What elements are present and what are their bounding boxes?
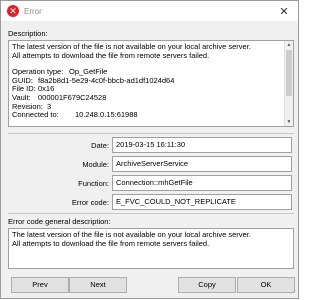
copy-button[interactable]: Copy [178, 277, 236, 293]
detail-value: f8a2b8d1-5e29-4c0f-bbcb-ad1df1024d64 [38, 75, 175, 85]
title-bar: ✕ Error ✕ [1, 1, 298, 21]
scroll-thumb[interactable] [286, 50, 292, 96]
divider [8, 133, 294, 134]
detail-row-connected-to: Connected to: 10.248.0.15:61988 [12, 111, 290, 120]
error-dialog: ✕ Error ✕ Description: The latest versio… [0, 0, 299, 299]
module-field[interactable]: ArchiveServerService [112, 156, 292, 172]
detail-key: Connected to: [12, 110, 59, 120]
scroll-up-arrow-icon[interactable]: ▲ [285, 41, 293, 49]
general-description-label: Error code general description: [8, 217, 111, 226]
error-code-field[interactable]: E_FVC_COULD_NOT_REPLICATE [112, 194, 292, 210]
close-icon: ✕ [279, 5, 289, 18]
description-scrollbar[interactable]: ▲ ▼ [284, 41, 293, 126]
error-icon: ✕ [7, 5, 19, 17]
general-description-textbox[interactable]: The latest version of the file is not av… [8, 228, 294, 269]
prev-button[interactable]: Prev [11, 277, 69, 293]
date-field[interactable]: 2019-03-15 16:11:30 [112, 137, 292, 153]
description-label: Description: [8, 29, 48, 38]
date-label: Date: [91, 141, 109, 150]
function-label: Function: [78, 179, 109, 188]
divider [8, 213, 294, 214]
description-message-line2: All attempts to download the file from r… [12, 50, 210, 60]
error-code-label: Error code: [71, 198, 109, 207]
close-button[interactable]: ✕ [276, 3, 292, 19]
function-field[interactable]: Connection::mhGetFile [112, 175, 292, 191]
description-textbox[interactable]: The latest version of the file is not av… [8, 40, 294, 127]
module-label: Module: [82, 160, 109, 169]
detail-row-vault: Vault: 000001F679C24528 [12, 93, 290, 103]
next-button[interactable]: Next [69, 277, 127, 293]
resize-grip-icon[interactable]: ⋰ [290, 290, 297, 297]
general-description-line2: All attempts to download the file from r… [12, 238, 210, 248]
detail-value: 10.248.0.15:61988 [75, 110, 138, 120]
scroll-down-arrow-icon[interactable]: ▼ [285, 118, 293, 126]
ok-button[interactable]: OK [237, 277, 295, 293]
window-title: Error [24, 6, 42, 16]
